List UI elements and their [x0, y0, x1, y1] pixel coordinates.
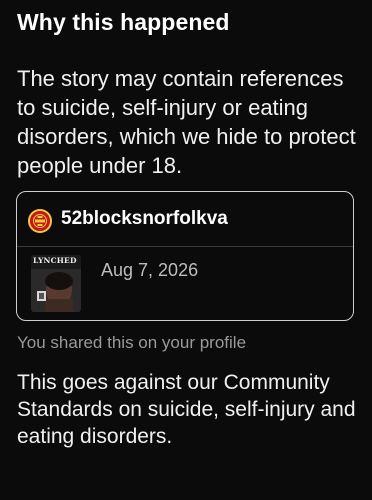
story-card[interactable]: 52blocksnorfolkva LYNCHED Aug 7, 2026	[16, 191, 354, 321]
avatar[interactable]	[28, 209, 52, 233]
shared-note: You shared this on your profile	[17, 333, 247, 352]
red-circular-logo-badge-icon	[30, 211, 50, 231]
story-date: Aug 7, 2026	[101, 260, 199, 280]
explanation-text: The story may contain references to suic…	[17, 66, 356, 178]
story-removal-notice: Why this happened The story may contain …	[0, 0, 372, 500]
story-card-header[interactable]: 52blocksnorfolkva	[17, 192, 353, 247]
story-author-username[interactable]: 52blocksnorfolkva	[61, 208, 228, 230]
story-thumbnail[interactable]: LYNCHED	[31, 255, 81, 312]
policy-text: This goes against our Community Standard…	[17, 371, 356, 448]
section-heading: Why this happened	[17, 9, 230, 35]
thumbnail-caption: LYNCHED	[33, 256, 77, 265]
